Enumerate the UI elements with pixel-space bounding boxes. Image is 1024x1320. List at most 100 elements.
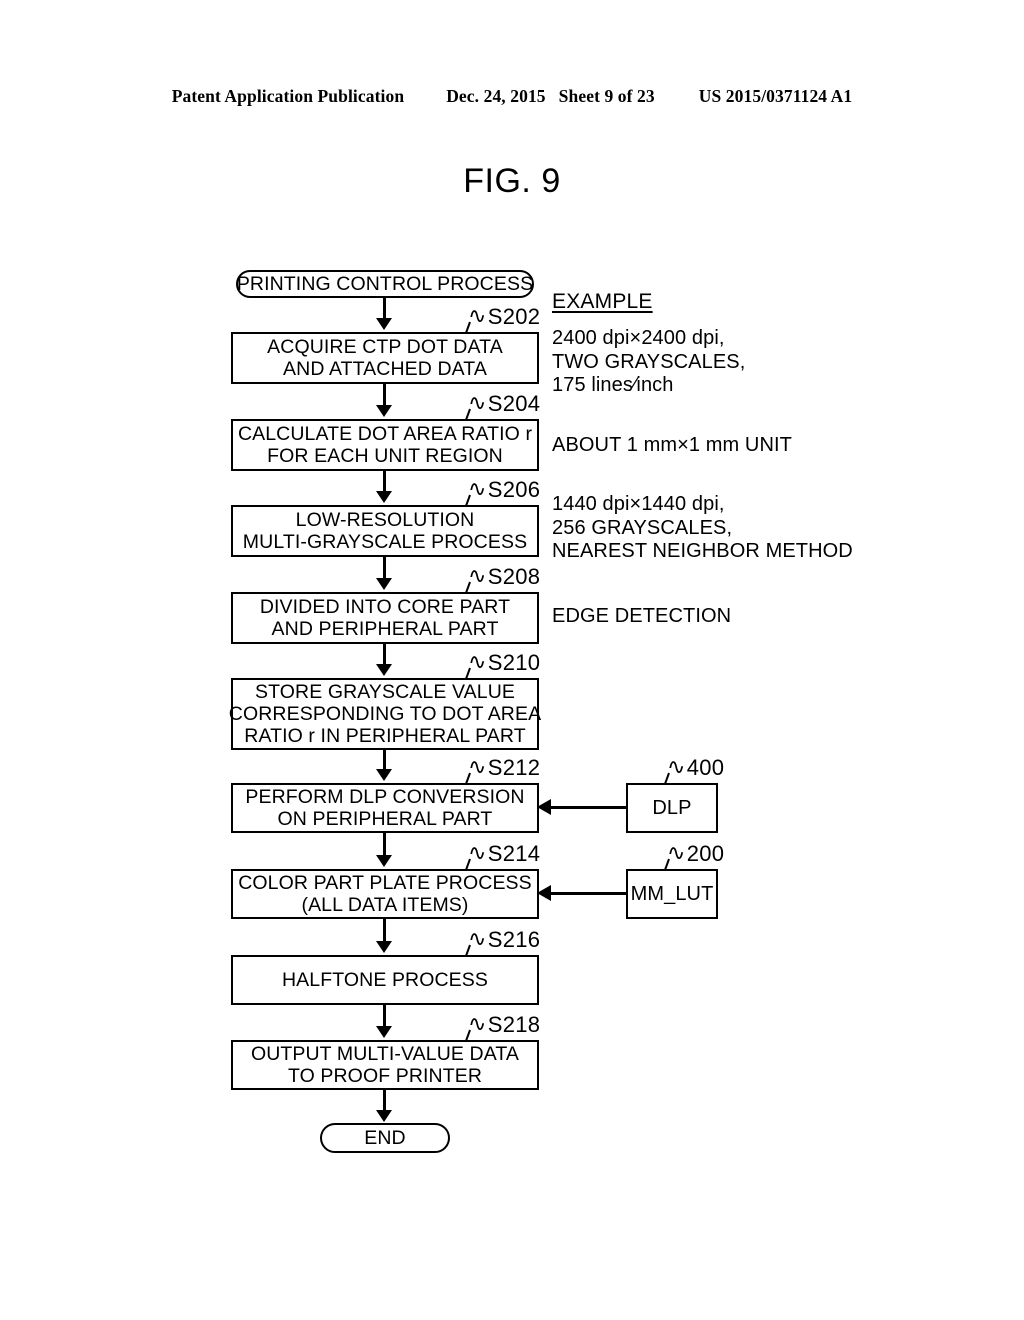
flowchart: PRINTING CONTROL PROCESS ACQUIRE CTP DOT… [0,0,1024,1320]
flow-step-s208-line-0: DIVIDED INTO CORE PART [259,596,511,618]
arrowhead-s208 [376,578,392,590]
arrowhead-s216 [376,941,392,953]
leader-label-s214: ∿S214 [468,840,540,867]
arrowhead-s202 [376,318,392,330]
flow-step-s204-line-0: CALCULATE DOT AREA RATIO r [237,423,533,445]
annotation-heading: EXAMPLE [552,290,653,313]
annotation-s202-line-0: 2400 dpi×2400 dpi, [552,327,725,349]
leader-label-200: ∿200 [667,840,724,867]
flow-step-s216-id: S216 [487,927,541,952]
annotation-s204-line-0: ABOUT 1 mm×1 mm UNIT [552,434,792,456]
flow-step-s202-line-0: ACQUIRE CTP DOT DATA [267,336,503,358]
leader-label-400: ∿400 [667,754,724,781]
flow-start-terminator: PRINTING CONTROL PROCESS [236,270,534,298]
flow-step-s218: OUTPUT MULTI-VALUE DATA TO PROOF PRINTER [231,1040,539,1090]
flow-sidebox-dlp-label: DLP [652,797,692,819]
arrowhead-mmlut-s214 [537,885,551,901]
connector-start-s202 [383,298,386,320]
leader-tilde-400: ∿ [667,754,686,779]
connector-s210-s212 [383,750,386,771]
connector-s218-end [383,1090,386,1112]
leader-tilde-s204: ∿ [468,390,487,415]
leader-tilde-s212: ∿ [468,754,487,779]
arrowhead-s206 [376,491,392,503]
flow-step-s212-line-1: ON PERIPHERAL PART [277,808,493,830]
connector-s202-s204 [383,384,386,406]
leader-tilde-s208: ∿ [468,563,487,588]
flow-sidebox-mmlut: MM_LUT [626,869,718,919]
connector-s214-s216 [383,919,386,941]
arrowhead-s210 [376,664,392,676]
flow-step-s208-id: S208 [487,564,541,589]
leader-tilde-s202: ∿ [468,303,487,328]
leader-label-s208: ∿S208 [468,563,540,590]
flow-step-s216-line-0: HALFTONE PROCESS [281,969,489,991]
arrowhead-dlp-s212 [537,799,551,815]
flow-step-s214-line-0: COLOR PART PLATE PROCESS [238,872,532,894]
flow-step-s202-id: S202 [487,304,541,329]
flow-step-s204-id: S204 [487,391,541,416]
arrowhead-s214 [376,855,392,867]
leader-label-s206: ∿S206 [468,476,540,503]
flow-step-s204-line-1: FOR EACH UNIT REGION [267,445,503,467]
leader-label-s202: ∿S202 [468,303,540,330]
flow-step-s208-line-1: AND PERIPHERAL PART [271,618,499,640]
annotation-s202-line-1: TWO GRAYSCALES, [552,350,746,373]
flow-step-s210-id: S210 [487,650,541,675]
flow-step-s206: LOW-RESOLUTION MULTI-GRAYSCALE PROCESS [231,505,539,557]
connector-s216-s218 [383,1005,386,1027]
leader-tilde-200: ∿ [667,840,686,865]
flow-step-s210-line-2: RATIO r IN PERIPHERAL PART [244,725,526,747]
flow-step-s206-line-1: MULTI-GRAYSCALE PROCESS [242,531,528,553]
arrowhead-s218 [376,1026,392,1038]
flow-step-s212-id: S212 [487,755,541,780]
leader-label-s204: ∿S204 [468,390,540,417]
flow-step-s216: HALFTONE PROCESS [231,955,539,1005]
annotation-s206-line-1: 256 GRAYSCALES, [552,516,733,539]
annotation-s206-line-0: 1440 dpi×1440 dpi, [552,493,725,515]
connector-s208-s210 [383,644,386,666]
annotation-s208: EDGE DETECTION [552,605,731,629]
annotation-s206: 1440 dpi×1440 dpi, 256 GRAYSCALES, NEARE… [552,493,853,564]
flow-step-s210: STORE GRAYSCALE VALUE CORRESPONDING TO D… [228,678,542,750]
arrowhead-end [376,1110,392,1122]
flow-step-s210-line-1: CORRESPONDING TO DOT AREA [228,703,542,725]
flow-step-s210-line-0: STORE GRAYSCALE VALUE [254,681,516,703]
flow-end-terminator: END [320,1123,450,1153]
flow-step-s218-line-1: TO PROOF PRINTER [287,1065,483,1087]
arrowhead-s204 [376,405,392,417]
flow-start-label: PRINTING CONTROL PROCESS [236,273,534,295]
flow-step-s204: CALCULATE DOT AREA RATIO r FOR EACH UNIT… [231,419,539,471]
leader-label-s210: ∿S210 [468,649,540,676]
leader-tilde-s206: ∿ [468,476,487,501]
flow-step-s214: COLOR PART PLATE PROCESS (ALL DATA ITEMS… [231,869,539,919]
flow-sidebox-dlp: DLP [626,783,718,833]
connector-s212-s214 [383,833,386,855]
flow-sidebox-mmlut-label: MM_LUT [630,883,714,905]
connector-s206-s208 [383,557,386,579]
flow-step-s218-id: S218 [487,1012,541,1037]
leader-tilde-s210: ∿ [468,649,487,674]
flow-step-s214-id: S214 [487,841,541,866]
annotation-s208-line-0: EDGE DETECTION [552,605,732,627]
annotation-s206-line-2: NEAREST NEIGHBOR METHOD [552,540,853,562]
flow-step-s202: ACQUIRE CTP DOT DATA AND ATTACHED DATA [231,332,539,384]
annotation-s202-line-2: 175 lines∕inch [552,374,674,396]
leader-label-s216: ∿S216 [468,926,540,953]
annotation-s202: 2400 dpi×2400 dpi, TWO GRAYSCALES, 175 l… [552,327,745,398]
leader-tilde-s216: ∿ [468,926,487,951]
flow-step-s202-line-1: AND ATTACHED DATA [283,358,487,380]
flow-end-label: END [364,1127,406,1149]
leader-tilde-s218: ∿ [468,1011,487,1036]
leader-label-s218: ∿S218 [468,1011,540,1038]
flow-step-s208: DIVIDED INTO CORE PART AND PERIPHERAL PA… [231,592,539,644]
connector-s204-s206 [383,471,386,493]
leader-tilde-s214: ∿ [468,840,487,865]
flow-sidebox-mmlut-id: 200 [686,841,725,866]
annotation-s204: ABOUT 1 mm×1 mm UNIT [552,434,792,458]
flow-step-s212-line-0: PERFORM DLP CONVERSION [245,786,525,808]
flow-step-s206-line-0: LOW-RESOLUTION [295,509,475,531]
leader-label-s212: ∿S212 [468,754,540,781]
arrowhead-s212 [376,769,392,781]
flow-step-s214-line-1: (ALL DATA ITEMS) [301,894,469,916]
